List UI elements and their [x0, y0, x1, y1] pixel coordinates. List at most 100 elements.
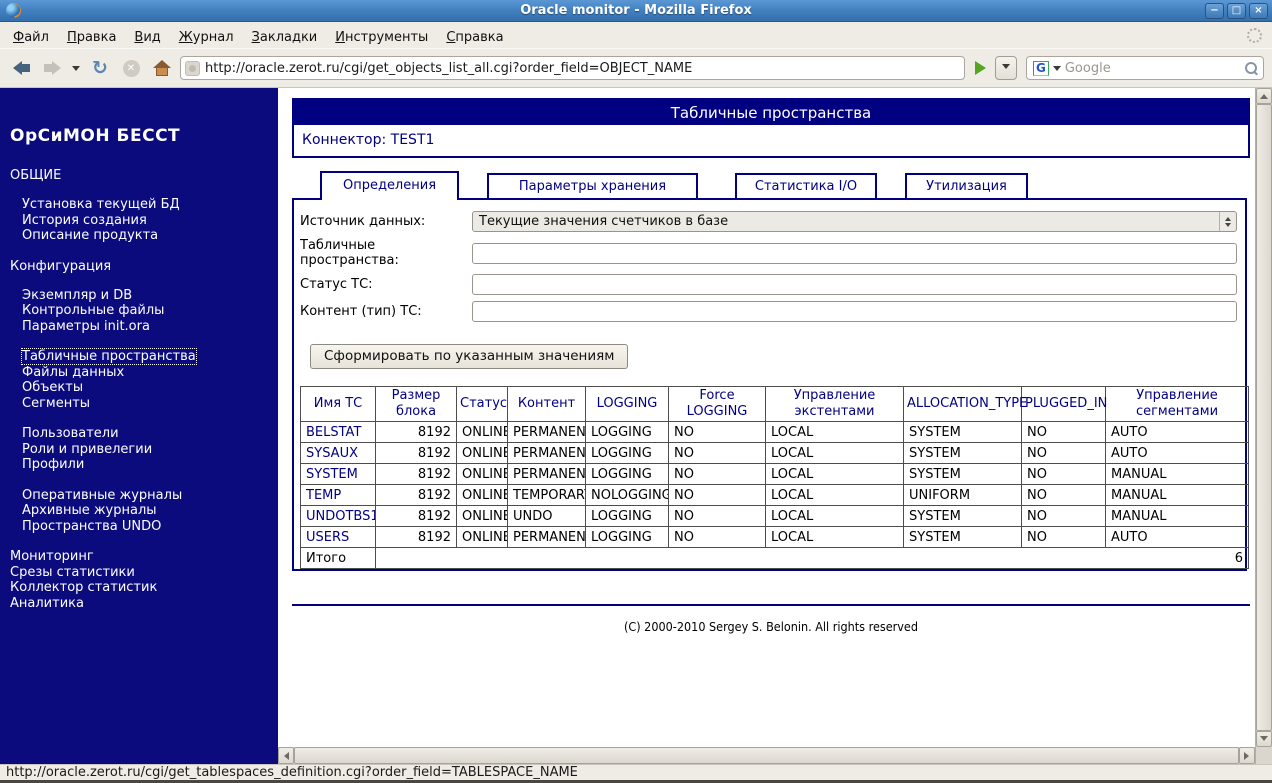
sidebar-item[interactable]: Объекты: [10, 380, 274, 396]
sidebar-item[interactable]: Сегменты: [10, 396, 274, 412]
sidebar-item[interactable]: Табличные пространства: [10, 348, 274, 365]
table-cell: NO: [1021, 526, 1106, 548]
url-bar[interactable]: [180, 56, 965, 80]
table-cell: SYSTEM: [903, 463, 1022, 485]
tablespace-link[interactable]: TEMP: [300, 484, 376, 506]
table-cell: 8192: [375, 484, 457, 506]
column-header[interactable]: Управление экстентами: [765, 386, 904, 422]
minimize-button[interactable]: −: [1205, 2, 1224, 19]
scroll-left-button[interactable]: [278, 747, 294, 764]
tablespace-link[interactable]: SYSTEM: [300, 463, 376, 485]
close-button[interactable]: ×: [1249, 2, 1268, 19]
form-label: Табличные пространства:: [300, 238, 399, 268]
sidebar-item[interactable]: Установка текущей БД: [10, 197, 274, 213]
filter-input-2[interactable]: [472, 274, 1237, 295]
spinner-icon: [1219, 212, 1236, 231]
tab-4[interactable]: Утилизация: [905, 173, 1028, 198]
horizontal-scrollbar[interactable]: [278, 747, 1255, 764]
maximize-button[interactable]: □: [1227, 2, 1246, 19]
table-cell: UNIFORM: [903, 484, 1022, 506]
menu-item-3[interactable]: Вид: [125, 26, 169, 49]
tab-1[interactable]: Определения: [320, 171, 459, 200]
menu-item-2[interactable]: Правка: [58, 26, 125, 49]
column-header[interactable]: LOGGING: [585, 386, 669, 422]
total-label: Итого: [300, 547, 376, 569]
back-button[interactable]: [8, 54, 34, 82]
tablespace-link[interactable]: USERS: [300, 526, 376, 548]
reload-button[interactable]: ↻: [87, 54, 113, 82]
go-dropdown-button[interactable]: [995, 56, 1017, 80]
search-icon[interactable]: [1245, 62, 1257, 74]
sidebar-item[interactable]: Пространства UNDO: [10, 519, 274, 535]
column-header[interactable]: Статус: [456, 386, 508, 422]
forward-button[interactable]: [39, 54, 65, 82]
go-button[interactable]: [970, 54, 990, 82]
sidebar-item[interactable]: Описание продукта: [10, 228, 274, 244]
sidebar-item[interactable]: Коллектор статистик: [10, 580, 274, 596]
sidebar-item[interactable]: Экземпляр и DB: [10, 288, 274, 304]
menu-bar: Файл Правка Вид Журнал Закладки Инструменты Сп…: [0, 22, 1272, 48]
scroll-up-button[interactable]: [1256, 88, 1272, 104]
menu-item-4[interactable]: Журнал: [170, 26, 243, 49]
horizontal-scroll-thumb[interactable]: [294, 747, 1239, 764]
tablespace-link[interactable]: BELSTAT: [300, 421, 376, 443]
table-cell: LOGGING: [585, 505, 669, 527]
menu-item-1[interactable]: Файл: [4, 26, 58, 49]
sidebar-item[interactable]: Срезы статистики: [10, 565, 274, 581]
sidebar-item[interactable]: Оперативные журналы: [10, 488, 274, 504]
search-box[interactable]: G: [1026, 56, 1264, 80]
table-cell: 8192: [375, 442, 457, 464]
tab-3[interactable]: Статистика I/O: [735, 173, 877, 198]
sidebar-item[interactable]: Архивные журналы: [10, 503, 274, 519]
tab-2[interactable]: Параметры хранения: [487, 173, 698, 198]
filter-input-1[interactable]: [472, 242, 1237, 264]
sidebar-item[interactable]: Аналитика: [10, 596, 274, 612]
column-header[interactable]: Имя ТС: [300, 386, 376, 422]
generate-button[interactable]: Сформировать по указанным значениям: [310, 344, 629, 369]
menu-item-6[interactable]: Инструменты: [326, 26, 437, 49]
footer-divider: [292, 604, 1250, 606]
tablespace-link[interactable]: SYSAUX: [300, 442, 376, 464]
filter-input-3[interactable]: [472, 301, 1237, 322]
total-value: 6: [375, 547, 1249, 569]
column-header[interactable]: Управление сегментами: [1105, 386, 1249, 422]
table-cell: LOCAL: [765, 463, 904, 485]
data-source-select[interactable]: Текущие значения счетчиков в базе: [472, 211, 1237, 232]
back-history-dropdown[interactable]: [70, 54, 82, 82]
table-cell: NO: [668, 463, 766, 485]
sidebar-item[interactable]: Контрольные файлы: [10, 303, 274, 319]
vertical-scrollbar[interactable]: [1255, 88, 1272, 747]
sidebar-item[interactable]: Профили: [10, 457, 274, 473]
sidebar-item[interactable]: Роли и привелегии: [10, 442, 274, 458]
column-header[interactable]: Контент: [507, 386, 586, 422]
menu-item-7[interactable]: Справка: [437, 26, 512, 49]
search-input[interactable]: [1064, 60, 1241, 76]
column-header[interactable]: Размер блока: [375, 386, 457, 422]
sidebar-item[interactable]: Параметры init.ora: [10, 319, 274, 335]
sidebar-item[interactable]: Мониторинг: [10, 549, 274, 565]
tablespace-link[interactable]: UNDOTBS1: [300, 505, 376, 527]
sidebar-item[interactable]: Пользователи: [10, 426, 274, 442]
table-cell: PERMANENT: [507, 421, 586, 443]
table-cell: NO: [668, 421, 766, 443]
triangle-left-icon: [280, 751, 289, 760]
sidebar-item[interactable]: История создания: [10, 213, 274, 229]
vertical-scroll-thumb[interactable]: [1256, 104, 1272, 731]
table-cell: LOCAL: [765, 442, 904, 464]
column-header[interactable]: Force LOGGING: [668, 386, 766, 422]
table-row: TEMP 8192 ONLINE TEMPORARY NOLOGGING NO LOCAL U…: [300, 484, 1249, 506]
home-button[interactable]: [149, 54, 175, 82]
stop-button[interactable]: ✕: [118, 54, 144, 82]
url-input[interactable]: [205, 60, 960, 76]
scrollbar-corner: [1255, 747, 1272, 764]
scroll-right-button[interactable]: [1239, 747, 1255, 764]
triangle-down-icon: [1260, 736, 1268, 745]
column-header[interactable]: ALLOCATION_TYPE: [903, 386, 1027, 422]
sidebar-item[interactable]: Файлы данных: [10, 365, 274, 381]
scroll-down-button[interactable]: [1256, 731, 1272, 747]
google-engine-icon[interactable]: G: [1033, 60, 1049, 76]
chevron-down-icon[interactable]: [1052, 65, 1061, 75]
column-header[interactable]: PLUGGED_IN: [1021, 386, 1107, 422]
form-label: Статус ТС:: [300, 277, 373, 292]
menu-item-5[interactable]: Закладки: [243, 26, 327, 49]
